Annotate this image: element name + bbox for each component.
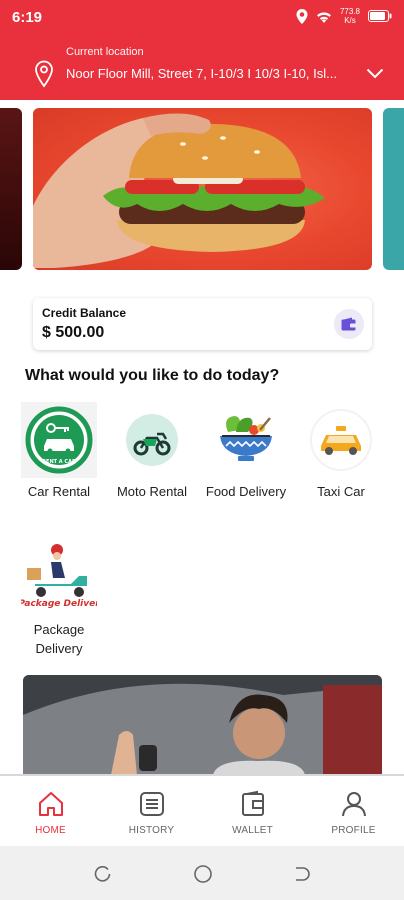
- location-caption: Current location: [66, 46, 144, 58]
- service-label: Taxi Car: [317, 484, 365, 499]
- bottom-navigation: HOME HISTORY WALLET PROFILE: [0, 774, 404, 846]
- status-time: 6:19: [12, 9, 43, 26]
- wallet-icon: [241, 790, 264, 816]
- app-header: 6:19 773.8 K/s Current location Noor Flo…: [0, 0, 404, 100]
- credit-balance-card[interactable]: Credit Balance $ 500.00: [33, 298, 372, 350]
- service-food-delivery[interactable]: Food Delivery: [201, 402, 291, 501]
- location-address: Noor Floor Mill, Street 7, I-10/3 I 10/3…: [66, 66, 337, 81]
- credit-label: Credit Balance: [42, 306, 127, 320]
- chevron-down-icon[interactable]: [366, 68, 384, 79]
- service-label: Package Delivery: [33, 622, 85, 656]
- wallet-icon: [341, 317, 357, 331]
- nav-label: PROFILE: [331, 825, 376, 836]
- rent-a-car-badge: RENT A CAR: [42, 459, 76, 465]
- location-status-icon: [296, 8, 308, 24]
- nav-history[interactable]: HISTORY: [101, 776, 202, 846]
- status-bar: 6:19 773.8 K/s: [0, 0, 404, 34]
- section-title: What would you like to do today?: [25, 367, 280, 384]
- promo-banner-burger[interactable]: [33, 108, 372, 270]
- service-car-rental[interactable]: RENT A CAR Car Rental: [14, 402, 104, 501]
- location-selector[interactable]: Current location Noor Floor Mill, Street…: [34, 46, 390, 90]
- service-taxi-car[interactable]: Taxi Car: [296, 402, 386, 501]
- taxi-icon: [303, 402, 379, 478]
- history-icon: [139, 792, 164, 816]
- service-label: Moto Rental: [116, 484, 188, 499]
- package-delivery-badge: Package Deliver: [21, 599, 97, 609]
- recents-icon[interactable]: [94, 865, 112, 883]
- food-bowl-icon: [208, 402, 284, 478]
- status-icons: 773.8 K/s: [296, 7, 392, 25]
- home-icon: [38, 792, 63, 816]
- nav-wallet[interactable]: WALLET: [202, 776, 303, 846]
- system-navigation-bar: [0, 846, 404, 900]
- service-moto-rental[interactable]: Moto Rental: [107, 402, 197, 501]
- nav-profile[interactable]: PROFILE: [303, 776, 404, 846]
- carousel-next-slide[interactable]: [383, 108, 404, 270]
- nav-label: HISTORY: [128, 825, 175, 836]
- credit-amount: $ 500.00: [42, 324, 105, 341]
- add-credit-button[interactable]: [334, 309, 364, 339]
- nav-label: WALLET: [232, 825, 273, 836]
- battery-icon: [368, 10, 392, 22]
- driver-image: [23, 675, 382, 775]
- nav-home[interactable]: HOME: [0, 776, 101, 846]
- service-package-delivery[interactable]: Package Deliver Package Delivery: [14, 540, 104, 658]
- service-label: Food Delivery: [205, 484, 287, 499]
- network-speed: 773.8 K/s: [339, 7, 360, 25]
- location-pin-icon: [35, 60, 53, 88]
- carousel-prev-slide[interactable]: [0, 108, 22, 270]
- service-label: Car Rental: [27, 484, 91, 499]
- nav-label: HOME: [35, 825, 66, 836]
- car-rental-icon: RENT A CAR: [21, 402, 97, 478]
- back-icon[interactable]: [292, 865, 310, 883]
- burger-image: [33, 113, 325, 268]
- promo-banner-car[interactable]: [23, 675, 382, 775]
- profile-icon: [341, 792, 366, 817]
- wifi-icon: [316, 12, 331, 23]
- delivery-scooter-icon: Package Deliver: [21, 540, 97, 616]
- home-button-icon[interactable]: [193, 864, 213, 884]
- motorbike-icon: [114, 402, 190, 478]
